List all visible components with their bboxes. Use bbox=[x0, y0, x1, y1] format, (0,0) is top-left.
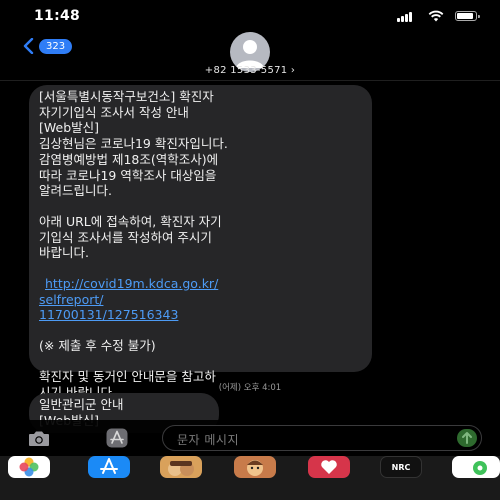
camera-icon[interactable] bbox=[28, 430, 50, 447]
contact-number[interactable]: +82 1533-5571 › bbox=[0, 65, 500, 76]
digital-touch-icon[interactable] bbox=[308, 456, 350, 478]
battery-level bbox=[457, 13, 474, 19]
send-button[interactable] bbox=[457, 429, 477, 447]
wifi-icon bbox=[428, 10, 444, 22]
message-title-line: [서울특별시동작구보건소] 확진자 bbox=[39, 89, 214, 104]
memoji-stickers-icon[interactable] bbox=[234, 456, 276, 478]
message-text-line: 알려드립니다. bbox=[39, 183, 112, 199]
message-text-line: 기입식 조사서를 작성하여 주시기 bbox=[39, 229, 212, 245]
message-timestamp: (어제) 오후 4:01 bbox=[218, 383, 282, 393]
memoji-icon[interactable] bbox=[160, 456, 202, 478]
survey-link[interactable]: selfreport/ bbox=[39, 292, 362, 308]
message-title-line: 일반관리군 안내 bbox=[39, 397, 124, 412]
message-text-line: 김상현님은 코로나19 확진자입니다. bbox=[39, 136, 228, 152]
back-button[interactable]: 323 bbox=[22, 38, 73, 54]
message-text-line: 따라 코로나19 역학조사 대상임을 bbox=[39, 167, 217, 183]
conversation-header: 323 +82 1533-5571 › bbox=[0, 30, 500, 80]
message-text-line: 감염병예방법 제18조(역학조사)에 bbox=[39, 151, 219, 167]
survey-link[interactable]: 11700131/127516343 bbox=[39, 307, 362, 323]
chevron-left-icon bbox=[23, 38, 34, 54]
notice-text: (※ 제출 후 수정 불가) bbox=[39, 338, 156, 354]
unread-count-badge: 323 bbox=[39, 38, 73, 54]
survey-link[interactable]: http://covid19m.kdca.go.kr/ bbox=[39, 276, 362, 292]
battery-icon bbox=[455, 11, 480, 21]
app-drawer: NRC bbox=[0, 456, 500, 500]
message-title-line: 자기기입식 조사서 작성 안내 bbox=[39, 104, 189, 120]
app-store-icon[interactable] bbox=[106, 428, 128, 448]
arrow-up-icon bbox=[462, 432, 472, 444]
status-time: 11:48 bbox=[34, 8, 81, 24]
status-bar: 11:48 bbox=[0, 0, 500, 30]
web-sender-tag: [Web발신] bbox=[39, 120, 100, 136]
photos-app-icon[interactable] bbox=[8, 456, 50, 478]
message-bubble[interactable]: [서울특별시동작구보건소] 확진자 자기기입식 조사서 작성 안내 [Web발신… bbox=[29, 85, 372, 431]
cellular-signal-icon bbox=[397, 12, 413, 22]
message-input[interactable]: 문자 메시지 bbox=[162, 425, 482, 451]
green-app-icon[interactable] bbox=[452, 456, 500, 478]
message-text-line: 바랍니다. bbox=[39, 245, 89, 261]
nrc-label: NRC bbox=[391, 463, 411, 472]
message-input-placeholder: 문자 메시지 bbox=[177, 433, 240, 447]
nike-run-club-icon[interactable]: NRC bbox=[380, 456, 422, 478]
composer-bar: 문자 메시지 bbox=[0, 420, 500, 456]
message-text-line: 아래 URL에 접속하여, 확진자 자기 bbox=[39, 213, 222, 229]
app-store-icon[interactable] bbox=[88, 456, 130, 478]
header-divider bbox=[0, 80, 500, 81]
